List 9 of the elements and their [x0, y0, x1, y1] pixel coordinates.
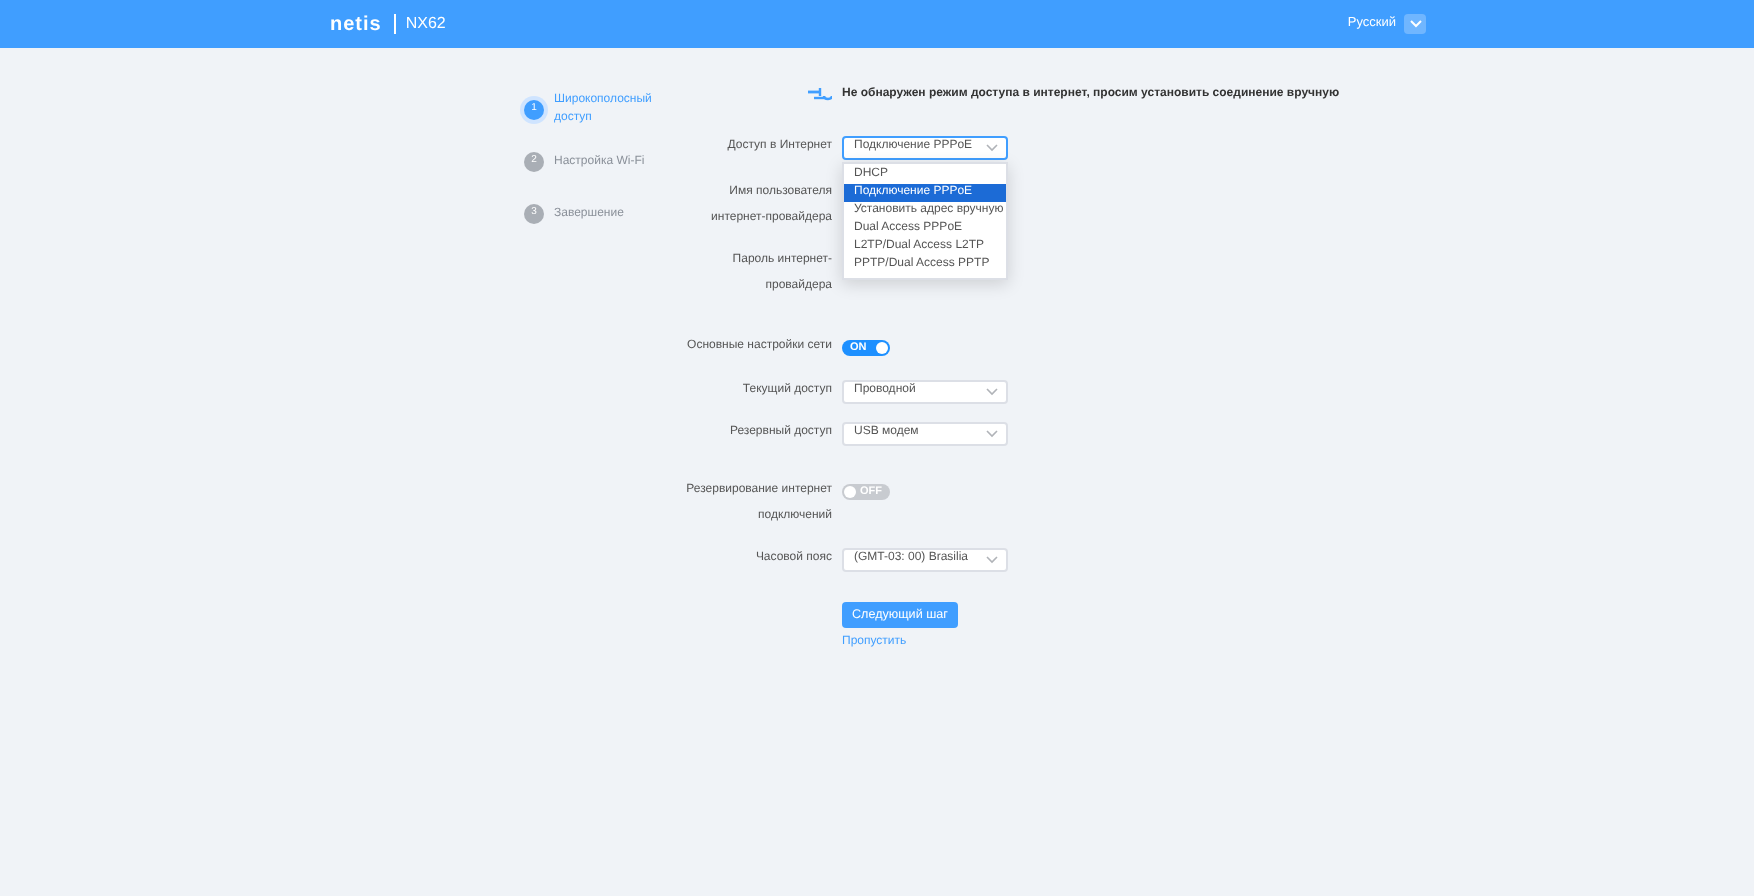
chevron-down-icon: [986, 143, 998, 151]
chevron-down-icon: [986, 429, 998, 437]
cable-icon: [808, 86, 832, 102]
chevron-down-icon: [986, 387, 998, 395]
chevron-down-icon: [986, 555, 998, 563]
chevron-down-icon: [1409, 20, 1421, 28]
model-name: NX62: [393, 14, 446, 34]
language-dropdown-button[interactable]: [1404, 14, 1426, 34]
logo: netis: [330, 11, 382, 39]
